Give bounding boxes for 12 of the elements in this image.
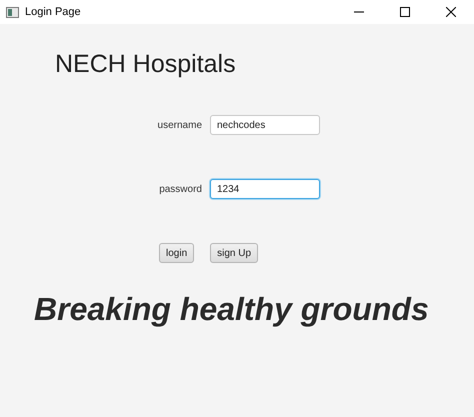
sign-up-button[interactable]: sign Up <box>210 243 258 263</box>
app-icon <box>6 6 19 18</box>
field-label: password <box>159 184 202 194</box>
close-icon <box>446 7 456 17</box>
input-field[interactable]: nechcodes <box>210 115 320 135</box>
app-heading: NECH Hospitals <box>55 50 236 79</box>
window-title: Login Page <box>25 6 82 18</box>
maximize-icon <box>400 7 410 17</box>
login-button[interactable]: login <box>159 243 194 263</box>
slogan: Breaking healthy grounds <box>34 291 429 328</box>
field-label: username <box>158 120 202 130</box>
input-field[interactable]: 1234 <box>210 179 320 199</box>
